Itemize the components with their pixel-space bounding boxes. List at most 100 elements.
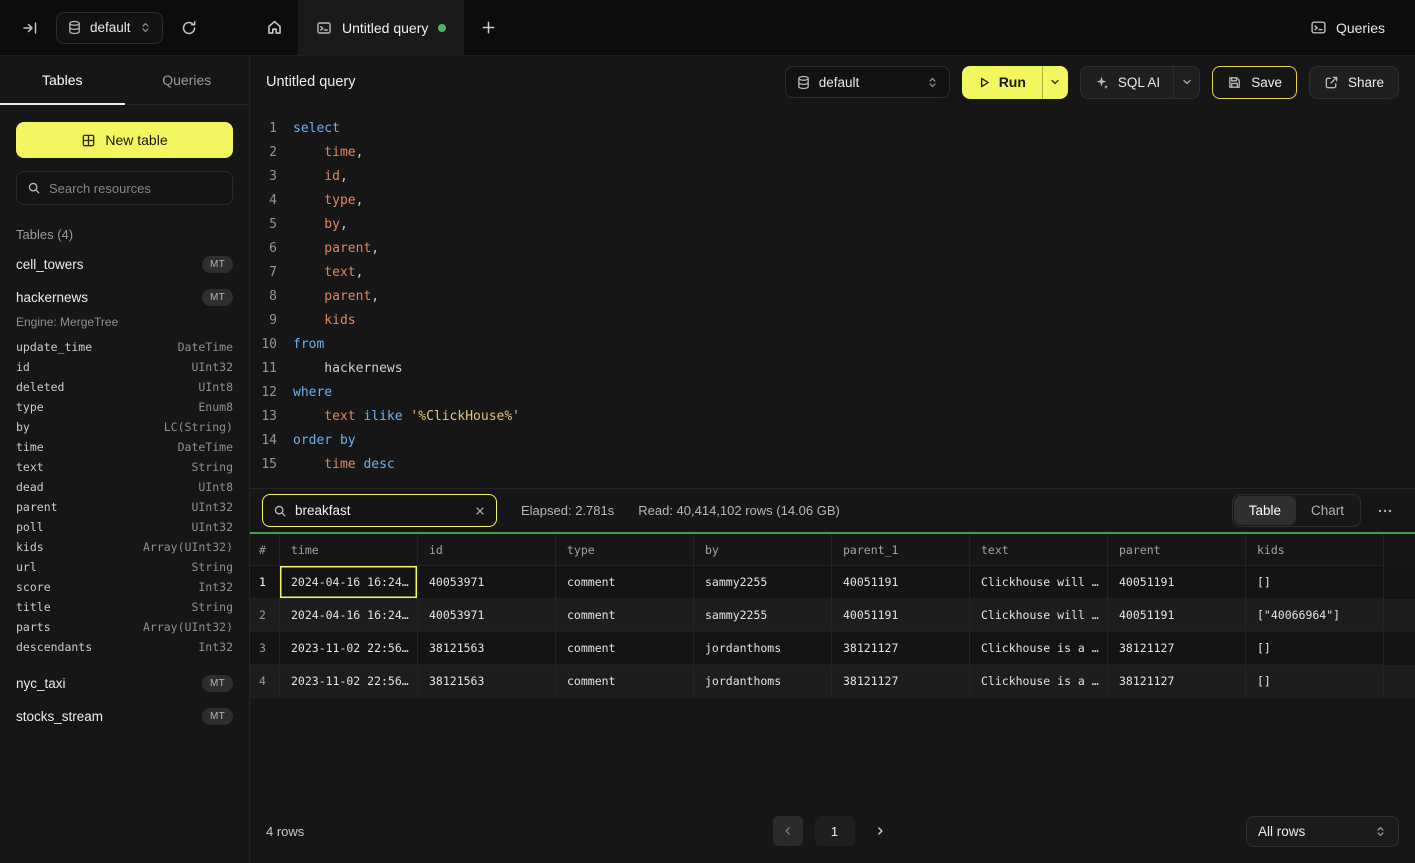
table-cell[interactable]: Clickhouse is a … xyxy=(970,665,1108,698)
table-cell[interactable]: [] xyxy=(1246,665,1384,698)
sidebar-tab-tables[interactable]: Tables xyxy=(0,56,125,104)
column-name: kids xyxy=(16,540,44,554)
close-icon xyxy=(474,505,486,517)
table-cell[interactable]: 40053971 xyxy=(418,566,556,599)
table-cell[interactable]: 2023-11-02 22:56… xyxy=(280,632,418,665)
sql-ai-options-button[interactable] xyxy=(1173,66,1200,99)
table-cell[interactable]: 2024-04-16 16:24… xyxy=(280,566,418,599)
view-toggle-chart[interactable]: Chart xyxy=(1296,496,1359,525)
sidebar-table-stocks_stream[interactable]: stocks_streamMT xyxy=(16,700,233,733)
share-button[interactable]: Share xyxy=(1309,66,1399,99)
table-cell[interactable]: 40051191 xyxy=(1108,599,1246,632)
sql-editor[interactable]: 1select2 time,3 id,4 type,5 by,6 parent,… xyxy=(250,108,1415,488)
table-cell[interactable]: 2023-11-02 22:56… xyxy=(280,665,418,698)
arrow-to-bar-icon xyxy=(22,20,38,36)
run-button[interactable]: Run xyxy=(962,66,1042,99)
code-text: by, xyxy=(293,213,348,237)
column-header-parent[interactable]: parent xyxy=(1108,534,1246,566)
column-header-id[interactable]: id xyxy=(418,534,556,566)
sidebar-tabs: Tables Queries xyxy=(0,56,249,105)
code-text: time desc xyxy=(293,453,395,477)
sidebar-table-nyc_taxi[interactable]: nyc_taxiMT xyxy=(16,667,233,700)
code-text: type, xyxy=(293,189,363,213)
new-tab-button[interactable] xyxy=(464,0,512,55)
column-header-time[interactable]: time xyxy=(280,534,418,566)
sidebar-table-hackernews[interactable]: hackernewsMT xyxy=(16,281,233,314)
query-database-selector[interactable]: default xyxy=(785,66,950,98)
code-line: 1select xyxy=(250,117,1415,141)
table-cell[interactable]: comment xyxy=(556,665,694,698)
column-header-by[interactable]: by xyxy=(694,534,832,566)
table-cell[interactable]: 40051191 xyxy=(832,566,970,599)
table-cell[interactable]: comment xyxy=(556,566,694,599)
column-header-text[interactable]: text xyxy=(970,534,1108,566)
column-header-index[interactable]: # xyxy=(250,534,280,566)
table-row: 42023-11-02 22:56…38121563commentjordant… xyxy=(250,665,1415,698)
next-page-button[interactable] xyxy=(867,816,893,846)
table-cell[interactable]: sammy2255 xyxy=(694,566,832,599)
table-cell[interactable]: [] xyxy=(1246,632,1384,665)
table-cell[interactable]: 38121127 xyxy=(1108,665,1246,698)
table-cell[interactable]: comment xyxy=(556,632,694,665)
column-row: textString xyxy=(16,457,233,477)
table-cell[interactable]: sammy2255 xyxy=(694,599,832,632)
table-cell[interactable]: 40051191 xyxy=(832,599,970,632)
resource-search-input[interactable] xyxy=(49,181,225,196)
table-cell[interactable]: Clickhouse will … xyxy=(970,599,1108,632)
table-cell[interactable]: [] xyxy=(1246,566,1384,599)
code-line: 11 hackernews xyxy=(250,357,1415,381)
table-cell[interactable]: 38121563 xyxy=(418,665,556,698)
code-line: 9 kids xyxy=(250,309,1415,333)
column-header-kids[interactable]: kids xyxy=(1246,534,1384,566)
column-row: typeEnum8 xyxy=(16,397,233,417)
table-cell[interactable]: 38121127 xyxy=(832,632,970,665)
row-index[interactable]: 3 xyxy=(250,632,280,665)
sidebar-tab-queries[interactable]: Queries xyxy=(125,56,250,104)
read-stat: Read: 40,414,102 rows (14.06 GB) xyxy=(638,503,840,518)
column-row: byLC(String) xyxy=(16,417,233,437)
current-page-indicator[interactable]: 1 xyxy=(815,816,855,846)
table-cell[interactable]: Clickhouse will … xyxy=(970,566,1108,599)
row-index[interactable]: 2 xyxy=(250,599,280,632)
new-table-button[interactable]: New table xyxy=(16,122,233,158)
engine-badge: MT xyxy=(202,675,233,692)
row-index[interactable]: 4 xyxy=(250,665,280,698)
more-options-button[interactable] xyxy=(1371,497,1399,525)
page-size-selector[interactable]: All rows xyxy=(1246,816,1399,847)
table-cell[interactable]: comment xyxy=(556,599,694,632)
column-name: id xyxy=(16,360,30,374)
chevron-down-icon xyxy=(1049,76,1061,88)
table-cell[interactable]: 40053971 xyxy=(418,599,556,632)
sql-ai-split-button: SQL AI xyxy=(1080,66,1200,99)
queries-button[interactable]: Queries xyxy=(1300,13,1395,42)
table-cell[interactable]: Clickhouse is a … xyxy=(970,632,1108,665)
save-button[interactable]: Save xyxy=(1212,66,1297,99)
refresh-button[interactable] xyxy=(173,12,205,44)
table-cell[interactable]: jordanthoms xyxy=(694,632,832,665)
sidebar-table-cell_towers[interactable]: cell_towersMT xyxy=(16,248,233,281)
previous-page-button[interactable] xyxy=(773,816,803,846)
table-cell[interactable]: 40051191 xyxy=(1108,566,1246,599)
query-tab-untitled[interactable]: Untitled query xyxy=(298,0,464,55)
column-header-parent_1[interactable]: parent_1 xyxy=(832,534,970,566)
row-index[interactable]: 1 xyxy=(250,566,280,599)
column-name: parts xyxy=(16,620,51,634)
table-cell[interactable]: jordanthoms xyxy=(694,665,832,698)
table-cell[interactable]: 38121127 xyxy=(832,665,970,698)
table-row: 12024-04-16 16:24…40053971commentsammy22… xyxy=(250,566,1415,599)
collapse-sidebar-button[interactable] xyxy=(14,12,46,44)
table-cell[interactable]: ["40066964"] xyxy=(1246,599,1384,632)
table-cell[interactable]: 2024-04-16 16:24… xyxy=(280,599,418,632)
run-options-button[interactable] xyxy=(1042,66,1068,99)
query-file-icon xyxy=(316,20,332,36)
sql-ai-button[interactable]: SQL AI xyxy=(1080,66,1173,99)
view-toggle-table[interactable]: Table xyxy=(1234,496,1296,525)
table-cell[interactable]: 38121127 xyxy=(1108,632,1246,665)
column-header-type[interactable]: type xyxy=(556,534,694,566)
database-selector[interactable]: default xyxy=(56,12,163,44)
results-search-input[interactable] xyxy=(295,503,466,518)
home-tab[interactable] xyxy=(250,0,298,55)
clear-search-button[interactable] xyxy=(474,505,486,517)
table-cell[interactable]: 38121563 xyxy=(418,632,556,665)
table-name: cell_towers xyxy=(16,257,84,272)
